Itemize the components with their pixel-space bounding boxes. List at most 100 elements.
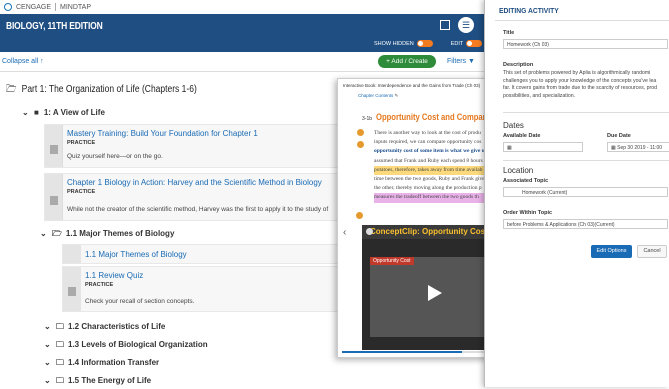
- associated-topic-label: Associated Topic: [503, 178, 549, 184]
- note-marker-icon[interactable]: [357, 141, 364, 148]
- description-label: Description: [503, 62, 534, 68]
- list-item[interactable]: 1.1 Review Quiz PRACTICE Check your reca…: [62, 266, 344, 312]
- horizontal-scrollbar[interactable]: [342, 351, 498, 353]
- text-line: inputs required, we can compare opportun…: [374, 139, 482, 146]
- chevron-down-icon: ⌄: [40, 229, 47, 238]
- folder-icon: 🗀: [56, 340, 64, 349]
- heading-divider: [495, 20, 669, 21]
- pencil-icon: ✎: [394, 93, 399, 98]
- brand-bar: CENGAGE MINDTAP: [0, 0, 500, 14]
- description-line: possibilities, and specialization.: [503, 92, 576, 99]
- ebook-panel: Interactive Book: Interdependence and th…: [337, 78, 502, 358]
- add-create-button[interactable]: + Add / Create: [378, 55, 436, 68]
- ebook-text: There is another way to look at the cost…: [374, 129, 501, 203]
- due-date-label: Due Date: [607, 133, 631, 139]
- item-title[interactable]: Chapter 1 Biology in Action: Harvey and …: [67, 178, 322, 187]
- play-icon[interactable]: [428, 285, 442, 301]
- edit-activity-panel: EDITING ACTIVITY Title Homework (Ch 03) …: [484, 0, 669, 387]
- dates-heading: Dates: [503, 121, 524, 130]
- folder-icon: 🗀: [56, 376, 64, 385]
- video-caption: Opportunity Cost: [370, 257, 414, 265]
- cengage-logo-icon: [4, 3, 12, 11]
- item-title[interactable]: Mastery Training: Build Your Foundation …: [67, 129, 258, 138]
- brand-name: CENGAGE: [16, 3, 52, 11]
- available-date-label: Available Date: [503, 133, 541, 139]
- filters-label: Filters: [447, 58, 467, 65]
- item-type: PRACTICE: [85, 282, 114, 288]
- item-type: PRACTICE: [67, 189, 96, 195]
- document-icon: [45, 174, 63, 220]
- chapter-contents-link[interactable]: Chapter Contents ✎: [358, 93, 398, 99]
- scrollbar-thumb[interactable]: [342, 351, 462, 353]
- video-player[interactable]: ConceptClip: Opportunity Cost Opportunit…: [362, 225, 496, 350]
- item-desc: While not the creator of the scientific …: [67, 206, 329, 213]
- edit-options-button[interactable]: Edit Options: [591, 245, 632, 258]
- list-item[interactable]: Chapter 1 Biology in Action: Harvey and …: [44, 173, 344, 221]
- course-title: BIOLOGY, 11TH EDITION: [6, 21, 103, 32]
- item-title[interactable]: 1.1 Review Quiz: [85, 271, 143, 280]
- section-title: 1.2 Characteristics of Life: [68, 322, 166, 331]
- description-field[interactable]: This set of problems powered by Aplia is…: [503, 70, 668, 100]
- due-date-field[interactable]: ▦ Sep 30 2019 - 11:00: [607, 142, 669, 152]
- grid-view-icon[interactable]: [440, 20, 450, 30]
- chapter-row[interactable]: ⌄ ■ 1: A View of Life: [22, 108, 105, 117]
- reading-icon: [63, 245, 81, 263]
- title-field[interactable]: Homework (Ch 03): [503, 39, 668, 49]
- text-line: There is another way to look at the cost…: [374, 130, 481, 136]
- divider: [503, 160, 669, 161]
- edit-switch[interactable]: [466, 40, 483, 47]
- cancel-button[interactable]: Cancel: [637, 245, 667, 258]
- text-line: time between the two goods, Ruby and Fra…: [374, 176, 485, 183]
- text-line: the other, thereby moving along the prod…: [374, 185, 482, 192]
- document-icon: [63, 267, 81, 311]
- chevron-left-icon[interactable]: ‹: [343, 227, 346, 238]
- part-title: Part 1: The Organization of Life (Chapte…: [21, 84, 197, 95]
- section-row[interactable]: ⌄ 🗀 1.2 Characteristics of Life: [44, 321, 165, 335]
- link-marker-icon[interactable]: [356, 212, 363, 219]
- product-name: MINDTAP: [60, 3, 91, 11]
- available-date-field[interactable]: ▦: [503, 142, 583, 152]
- list-item[interactable]: 1.1 Major Themes of Biology: [62, 244, 344, 264]
- edit-label: EDIT: [450, 40, 464, 47]
- text-line: measures the tradeoff between the two go…: [374, 193, 501, 203]
- section-title: 1.5 The Energy of Life: [68, 376, 152, 385]
- filters-button[interactable]: Filters ▼: [447, 58, 475, 65]
- outline-toolbar: Collapse all ↑ + Add / Create Filters ▼: [0, 52, 485, 72]
- folder-icon: 🗀: [56, 358, 64, 367]
- text-line: assumed that Frank and Ruby each spend 8…: [374, 157, 483, 164]
- section-row[interactable]: ⌄ 🗀 1.3 Levels of Biological Organization: [44, 339, 208, 353]
- item-title[interactable]: 1.1 Major Themes of Biology: [85, 250, 187, 259]
- associated-topic-select[interactable]: Homework (Current): [503, 187, 668, 197]
- due-date-value: Sep 30 2019 - 11:00: [617, 145, 663, 151]
- list-view-icon[interactable]: ☰: [458, 17, 474, 33]
- show-hidden-switch[interactable]: [416, 40, 433, 47]
- edit-toggle[interactable]: EDIT: [451, 40, 483, 47]
- item-desc: Quiz yourself here—or on the go.: [67, 153, 163, 160]
- list-item[interactable]: Mastery Training: Build Your Foundation …: [44, 124, 344, 168]
- chevron-down-icon: ⌄: [44, 340, 51, 349]
- chevron-down-icon: ⌄: [22, 108, 29, 117]
- collapse-all-link[interactable]: Collapse all ↑: [2, 58, 44, 65]
- show-hidden-label: SHOW HIDDEN: [374, 40, 414, 47]
- header-toggles: SHOW HIDDEN EDIT: [374, 40, 483, 47]
- section-number: 3-1b: [362, 116, 373, 122]
- cube-icon: ■: [34, 108, 39, 117]
- section-title: 1.4 Information Transfer: [68, 358, 160, 367]
- order-select[interactable]: before Problems & Applications (Ch 03)(C…: [503, 219, 668, 229]
- section-row[interactable]: ⌄ 🗀 1.4 Information Transfer: [44, 357, 159, 371]
- show-hidden-toggle[interactable]: SHOW HIDDEN: [374, 40, 433, 47]
- part-row[interactable]: 🗁 Part 1: The Organization of Life (Chapt…: [6, 82, 197, 99]
- arrow-up-icon: ↑: [40, 58, 44, 65]
- chevron-down-icon: ⌄: [44, 376, 51, 385]
- text-line: potatoes, therefore, takes away from tim…: [374, 165, 501, 176]
- section-row[interactable]: ⌄ 🗁 1.1 Major Themes of Biology: [40, 228, 174, 242]
- video-title: ConceptClip: Opportunity Cost: [362, 225, 496, 239]
- highlight-marker-icon[interactable]: [357, 129, 364, 136]
- item-type: PRACTICE: [67, 140, 96, 146]
- folder-icon: 🗀: [56, 322, 64, 331]
- close-icon[interactable]: [366, 228, 373, 235]
- description-line: challenges you to apply your knowledge o…: [503, 77, 657, 84]
- folder-open-icon: 🗁: [6, 84, 17, 95]
- filter-icon: ▼: [468, 58, 475, 65]
- panel-heading: EDITING ACTIVITY: [499, 6, 559, 15]
